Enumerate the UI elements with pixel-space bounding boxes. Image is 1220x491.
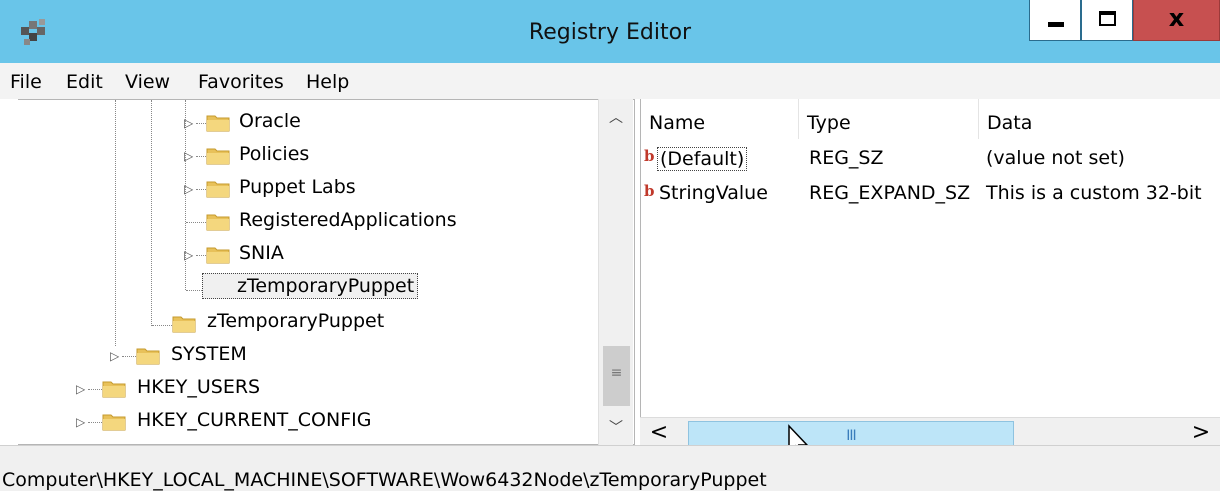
tree-item-label: SYSTEM <box>171 343 247 365</box>
tree-item-puppet-labs[interactable]: ▷ Puppet Labs <box>18 174 578 206</box>
tree-item-policies[interactable]: ▷ Policies <box>18 141 578 173</box>
current-key-path: Computer\HKEY_LOCAL_MACHINE\SOFTWARE\Wow… <box>2 469 767 491</box>
value-data: This is a custom 32-bit <box>986 182 1202 204</box>
folder-icon <box>206 115 230 132</box>
menu-bar: File Edit View Favorites Help <box>0 63 1220 99</box>
maximize-button[interactable] <box>1081 0 1133 41</box>
tree-item-oracle[interactable]: ▷ Oracle <box>18 108 578 140</box>
values-list[interactable]: Name Type Data b (Default) REG_SZ (value… <box>640 99 1220 445</box>
key-tree[interactable]: ▷ Oracle ▷ Policies ▷ Puppet Labs Regist… <box>18 99 635 445</box>
minimize-button[interactable] <box>1029 0 1081 41</box>
values-horizontal-scrollbar[interactable]: < III > <box>640 417 1220 451</box>
title-bar: Registry Editor x <box>0 0 1220 63</box>
menu-favorites[interactable]: Favorites <box>198 71 284 93</box>
tree-item-label: zTemporaryPuppet <box>202 273 419 299</box>
tree-vertical-scrollbar[interactable]: ︿ ≡ ﹀ <box>598 99 633 445</box>
tree-item-label: Puppet Labs <box>239 176 356 198</box>
scroll-down-arrow-icon[interactable]: ﹀ <box>599 417 633 437</box>
column-header-data[interactable]: Data <box>979 99 1220 139</box>
tree-item-hkey-users[interactable]: ▷ HKEY_USERS <box>18 374 578 406</box>
expand-arrow-icon[interactable]: ▷ <box>110 349 119 363</box>
menu-edit[interactable]: Edit <box>66 71 103 93</box>
folder-icon <box>136 348 160 365</box>
grip-icon: III <box>846 428 856 444</box>
value-row-stringvalue[interactable]: b StringValue REG_EXPAND_SZ This is a cu… <box>641 178 1220 210</box>
close-icon: x <box>1168 4 1185 32</box>
tree-item-registered-applications[interactable]: RegisteredApplications <box>18 207 578 239</box>
expand-arrow-icon[interactable]: ▷ <box>184 248 193 262</box>
tree-item-label: SNIA <box>239 242 284 264</box>
column-header-name[interactable]: Name <box>641 99 799 139</box>
folder-icon <box>102 414 126 431</box>
expand-arrow-icon[interactable]: ▷ <box>76 382 85 396</box>
value-type: REG_EXPAND_SZ <box>809 182 971 204</box>
expand-arrow-icon[interactable]: ▷ <box>76 415 85 429</box>
string-value-icon: b <box>644 182 655 200</box>
tree-item-label: HKEY_USERS <box>137 376 261 398</box>
folder-icon <box>206 181 230 198</box>
folder-icon <box>206 247 230 264</box>
minimize-icon <box>1048 22 1064 27</box>
folder-icon <box>206 214 230 231</box>
tree-item-system[interactable]: ▷ SYSTEM <box>18 341 578 373</box>
value-data: (value not set) <box>986 147 1125 169</box>
folder-icon <box>172 316 196 333</box>
string-value-icon: b <box>644 147 655 165</box>
column-header-type[interactable]: Type <box>799 99 979 139</box>
folder-icon <box>206 148 230 165</box>
close-button[interactable]: x <box>1133 0 1220 41</box>
tree-item-ztemporarypuppet[interactable]: zTemporaryPuppet <box>18 308 578 340</box>
value-type: REG_SZ <box>809 147 884 169</box>
tree-item-snia[interactable]: ▷ SNIA <box>18 240 578 272</box>
value-name: StringValue <box>659 182 768 204</box>
scroll-thumb[interactable]: ≡ <box>603 346 630 406</box>
value-name: (Default) <box>657 147 748 171</box>
folder-icon <box>102 381 126 398</box>
menu-help[interactable]: Help <box>306 71 349 93</box>
tree-item-label: Oracle <box>239 110 301 132</box>
scroll-up-arrow-icon[interactable]: ︿ <box>599 107 633 127</box>
expand-arrow-icon[interactable]: ▷ <box>184 182 193 196</box>
menu-file[interactable]: File <box>10 71 42 93</box>
status-bar: Computer\HKEY_LOCAL_MACHINE\SOFTWARE\Wow… <box>0 445 1220 491</box>
tree-item-ztemporarypuppet-selected[interactable]: zTemporaryPuppet <box>18 273 578 305</box>
tree-item-label: HKEY_CURRENT_CONFIG <box>137 409 372 431</box>
tree-item-hkey-current-config[interactable]: ▷ HKEY_CURRENT_CONFIG <box>18 407 578 439</box>
menu-view[interactable]: View <box>125 71 170 93</box>
value-row-default[interactable]: b (Default) REG_SZ (value not set) <box>641 143 1220 175</box>
tree-item-label: Policies <box>239 143 310 165</box>
grip-icon: ≡ <box>610 365 623 381</box>
tree-item-label: RegisteredApplications <box>239 209 457 231</box>
expand-arrow-icon[interactable]: ▷ <box>184 149 193 163</box>
expand-arrow-icon[interactable]: ▷ <box>184 116 193 130</box>
tree-item-label: zTemporaryPuppet <box>207 310 385 332</box>
maximize-icon <box>1099 11 1116 26</box>
